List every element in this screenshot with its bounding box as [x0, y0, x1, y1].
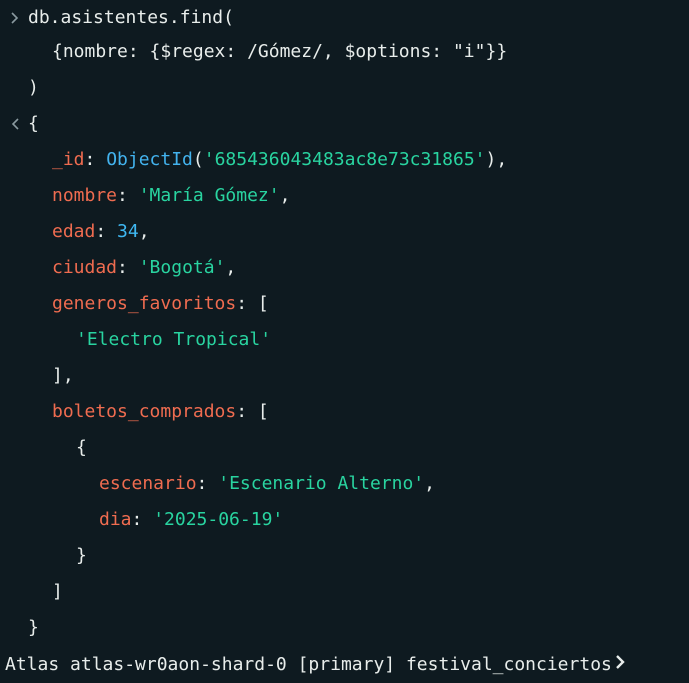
- command-line-1: db.asistentes.find(: [28, 7, 234, 28]
- result-close-brace: }: [28, 617, 39, 638]
- ciudad-value: 'Bogotá': [138, 257, 226, 278]
- dia-key: dia: [99, 509, 132, 530]
- prompt-text: Atlas atlas-wr0aon-shard-0 [primary] fes…: [5, 654, 612, 675]
- output-marker-chevron-left-icon: [8, 106, 22, 142]
- prompt-chevron-right-icon: [614, 648, 626, 682]
- generos-key: generos_favoritos: [52, 293, 237, 314]
- result-id-line: _id: ObjectId('685436043483ac8e73c31865'…: [52, 149, 508, 170]
- nombre-key: nombre: [52, 185, 118, 206]
- dia-value: '2025-06-19': [153, 509, 284, 530]
- command-line-2: {nombre: {$regex: /Gómez/, $options: "i"…: [52, 41, 508, 62]
- result-generos-line: generos_favoritos: [: [52, 293, 269, 314]
- result-ciudad-line: ciudad: 'Bogotá',: [52, 257, 237, 278]
- result-dia-line: dia: '2025-06-19': [99, 509, 284, 530]
- result-edad-line: edad: 34,: [52, 221, 150, 242]
- result-boletos-line: boletos_comprados: [: [52, 401, 269, 422]
- result-boletos-object-open: {: [76, 437, 87, 458]
- result-nombre-line: nombre: 'María Gómez',: [52, 185, 291, 206]
- edad-value: 34: [117, 221, 139, 242]
- result-generos-close: ],: [52, 365, 74, 386]
- edad-key: edad: [52, 221, 96, 242]
- input-prompt-chevron-right-icon: [8, 0, 22, 36]
- result-escenario-line: escenario: 'Escenario Alterno',: [99, 473, 435, 494]
- mongosh-console[interactable]: db.asistentes.find( {nombre: {$regex: /G…: [0, 0, 689, 683]
- escenario-value: 'Escenario Alterno': [218, 473, 425, 494]
- result-boletos-object-close: }: [76, 545, 87, 566]
- escenario-key: escenario: [99, 473, 197, 494]
- result-boletos-close: ]: [52, 581, 63, 602]
- command-line-3: ): [28, 77, 39, 98]
- boletos-key: boletos_comprados: [52, 401, 237, 422]
- nombre-value: 'María Gómez': [138, 185, 280, 206]
- id-value: '685436043483ac8e73c31865': [203, 149, 486, 170]
- ciudad-key: ciudad: [52, 257, 118, 278]
- objectid-fn: ObjectId: [106, 149, 193, 170]
- result-generos-item: 'Electro Tropical': [76, 329, 272, 350]
- result-open-brace: {: [28, 113, 39, 134]
- shell-prompt[interactable]: Atlas atlas-wr0aon-shard-0 [primary] fes…: [5, 648, 626, 682]
- id-key: _id: [52, 149, 85, 170]
